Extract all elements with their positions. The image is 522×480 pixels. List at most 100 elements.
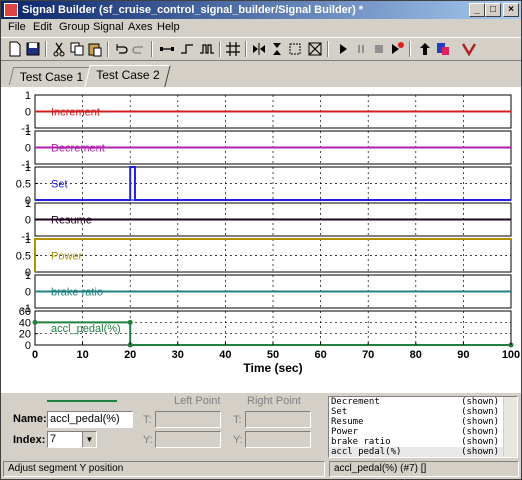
- signal-list-item[interactable]: Decrement (shown): [329, 397, 503, 407]
- y-tick-label: 1: [25, 270, 31, 282]
- toolbar-separator: [409, 41, 411, 57]
- segment-icon[interactable]: [159, 41, 175, 57]
- y-tick-label: 0: [25, 287, 31, 299]
- signal-point: [127, 319, 133, 325]
- y-tick-label: 0.5: [16, 179, 31, 191]
- save-icon[interactable]: [25, 41, 41, 57]
- new-icon[interactable]: [7, 41, 23, 57]
- signal-axes[interactable]: 10-1Increment10-1Decrement10.50Set10-1Re…: [1, 87, 521, 393]
- window-title: Signal Builder (sf_cruise_control_signal…: [22, 4, 364, 16]
- undo-icon[interactable]: [113, 41, 129, 57]
- right-point-y-field: [245, 431, 311, 448]
- signal-list-name: brake ratio: [331, 437, 391, 447]
- y-tick-label: 1: [25, 198, 31, 210]
- signal-label[interactable]: Increment: [51, 107, 100, 119]
- x-tick-label: 30: [172, 349, 184, 361]
- right-t-label: T:: [233, 414, 242, 426]
- x-tick-label: 20: [124, 349, 136, 361]
- app-icon: [4, 3, 18, 17]
- signal-list-item[interactable]: Set (shown): [329, 407, 503, 417]
- step-icon[interactable]: [179, 41, 195, 57]
- signal-point: [32, 319, 38, 325]
- right-point-label: Right Point: [247, 395, 301, 407]
- pause-icon[interactable]: [353, 41, 369, 57]
- title-bar[interactable]: Signal Builder (sf_cruise_control_signal…: [1, 1, 521, 19]
- grid-icon[interactable]: [225, 41, 241, 57]
- menu-group[interactable]: Group: [59, 21, 90, 33]
- y-tick-label: 20: [19, 329, 31, 341]
- menu-file[interactable]: File: [8, 21, 26, 33]
- chevron-down-icon[interactable]: ▼: [82, 432, 96, 447]
- y-tick-label: 60: [19, 306, 31, 318]
- left-point-y-field: [155, 431, 221, 448]
- tab-test-case-2[interactable]: Test Case 2: [84, 65, 172, 87]
- status-hint: Adjust segment Y position: [3, 461, 325, 477]
- maximize-button[interactable]: □: [485, 3, 501, 17]
- signal-list-name: accl pedal(%): [331, 447, 402, 457]
- signal-listbox[interactable]: Decrement (shown) Set (shown) Resume (shown) P…: [328, 396, 518, 458]
- signal-label[interactable]: brake ratio: [51, 287, 103, 299]
- record-icon[interactable]: [389, 41, 405, 57]
- y-tick-label: 0.5: [16, 251, 31, 263]
- signal-label[interactable]: Set: [51, 179, 68, 191]
- stop-icon[interactable]: [371, 41, 387, 57]
- signal-plot-area[interactable]: 1 0 -1 Increment 1 0 -1 Decrement 1 0.5 0 Set 1 0 -1 Re…: [1, 87, 521, 393]
- y-tick-label: 0: [25, 143, 31, 155]
- export-icon[interactable]: [435, 41, 451, 57]
- left-point-label: Left Point: [174, 395, 221, 407]
- copy-icon[interactable]: [69, 41, 85, 57]
- signal-list-item[interactable]: brake ratio (shown): [329, 437, 503, 447]
- close-button[interactable]: ×: [503, 3, 519, 17]
- signal-list-item[interactable]: accl pedal(%) (shown): [329, 447, 503, 457]
- x-axis-label: Time (sec): [243, 361, 302, 375]
- signal-label[interactable]: Decrement: [51, 143, 105, 155]
- menu-edit[interactable]: Edit: [33, 21, 52, 33]
- listbox-scrollbar[interactable]: [503, 397, 517, 457]
- menu-axes[interactable]: Axes: [128, 21, 152, 33]
- signal-name-field[interactable]: accl_pedal(%): [47, 411, 133, 428]
- y-tick-label: 0: [25, 215, 31, 227]
- verify-icon[interactable]: [461, 41, 477, 57]
- x-tick-label: 60: [314, 349, 326, 361]
- signal-list-name: Decrement: [331, 397, 380, 407]
- x-tick-label: 40: [219, 349, 231, 361]
- right-y-label: Y:: [233, 434, 243, 446]
- left-y-label: Y:: [143, 434, 153, 446]
- minimize-button[interactable]: _: [469, 3, 485, 17]
- y-tick-label: 40: [19, 317, 31, 329]
- signal-line-sample: [47, 400, 117, 402]
- signal-list-status: (shown): [461, 437, 499, 447]
- status-bar: Adjust segment Y position accl_pedal(%) …: [1, 459, 521, 479]
- x-tick-label: 100: [502, 349, 520, 361]
- signal-label[interactable]: Resume: [51, 215, 92, 227]
- index-select[interactable]: 7 ▼: [47, 431, 97, 448]
- signal-label[interactable]: Power: [51, 251, 83, 263]
- signal-list-item[interactable]: Resume (shown): [329, 417, 503, 427]
- redo-icon[interactable]: [131, 41, 147, 57]
- toolbar-separator: [107, 41, 109, 57]
- step-up-icon[interactable]: [417, 41, 433, 57]
- right-point-t-field: [245, 411, 311, 428]
- zoom-fit-icon[interactable]: [307, 41, 323, 57]
- menu-signal[interactable]: Signal: [93, 21, 124, 33]
- signal-list-status: (shown): [461, 447, 499, 457]
- flip-horizontal-icon[interactable]: [251, 41, 267, 57]
- cut-icon[interactable]: [51, 41, 67, 57]
- test-case-tabs: Test Case 1 Test Case 2: [1, 63, 521, 145]
- flip-vertical-icon[interactable]: [269, 41, 285, 57]
- toolbar-separator: [45, 41, 47, 57]
- x-tick-label: 50: [267, 349, 279, 361]
- paste-icon[interactable]: [87, 41, 103, 57]
- tab-test-case-1[interactable]: Test Case 1: [8, 67, 95, 85]
- signal-list: Decrement (shown) Set (shown) Resume (shown) P…: [329, 397, 517, 457]
- fit-icon[interactable]: [287, 41, 303, 57]
- signal-label[interactable]: accl_pedal(%): [51, 323, 121, 335]
- menu-help[interactable]: Help: [157, 21, 180, 33]
- x-tick-label: 80: [410, 349, 422, 361]
- signal-list-status: (shown): [461, 417, 499, 427]
- pulse-icon[interactable]: [199, 41, 215, 57]
- y-tick-label: 0: [25, 340, 31, 352]
- play-icon[interactable]: [335, 41, 351, 57]
- x-tick-label: 0: [32, 349, 38, 361]
- signal-list-item[interactable]: Power (shown): [329, 427, 503, 437]
